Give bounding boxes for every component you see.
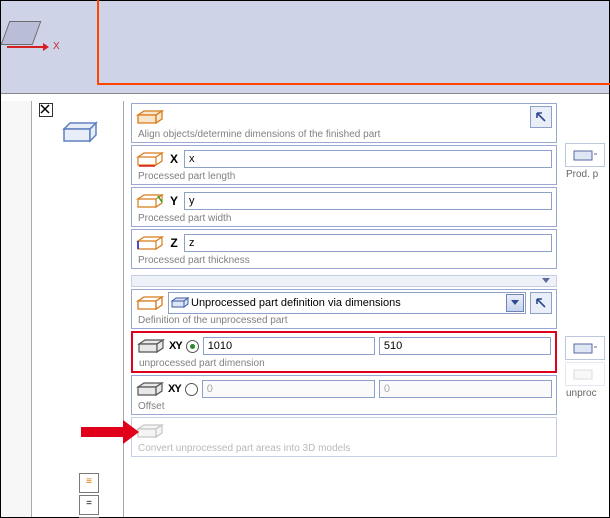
dimension-y-input[interactable]	[379, 337, 551, 355]
section-collapse-bar[interactable]	[131, 275, 557, 287]
option-2-button[interactable]: =	[79, 495, 99, 515]
definition-desc: Definition of the unprocessed part	[136, 314, 552, 326]
definition-row: Unprocessed part definition via dimensio…	[131, 289, 557, 329]
unprocessed-part-icon	[136, 295, 164, 311]
width-desc: Processed part width	[136, 212, 552, 224]
prod-label-bottom: unproc	[564, 388, 606, 399]
offset-radio[interactable]	[185, 383, 198, 396]
offset-y-input	[379, 380, 552, 398]
z-letter: Z	[168, 236, 180, 250]
part-z-icon	[136, 235, 164, 251]
mini-toolbar: ≡ = +	[77, 471, 101, 518]
prod-label-top: Prod. p	[564, 169, 606, 180]
offset-xy-label: XY	[168, 383, 181, 395]
offset-desc: Offset	[136, 400, 552, 412]
vertical-gutter	[1, 101, 32, 517]
prod-panel-icon	[573, 148, 597, 162]
option-1-button[interactable]: ≡	[79, 473, 99, 493]
properties-panel: ≡ = + Align objects/determine dimensions…	[1, 101, 609, 517]
offset-x-input	[202, 380, 375, 398]
icon-column: ≡ = +	[37, 101, 124, 517]
arrow-upleft-icon	[534, 296, 548, 310]
prod-panel-icon-3	[573, 367, 597, 381]
thickness-row: Z Processed part thickness	[131, 229, 557, 269]
x-letter: X	[168, 152, 180, 166]
dimension-icon	[137, 338, 165, 354]
prod-panel-icon-2	[573, 341, 597, 355]
dropdown-part-icon	[169, 297, 191, 309]
align-row: Align objects/determine dimensions of th…	[131, 103, 557, 143]
dimension-x-input[interactable]	[203, 337, 375, 355]
prod-column: Prod. p unproc	[564, 141, 606, 517]
arrow-upleft-icon	[534, 110, 548, 124]
dimension-desc: unprocessed part dimension	[137, 357, 551, 369]
chevron-down-icon	[506, 294, 524, 312]
part-x-icon	[136, 151, 164, 167]
app-window: X ≡ = +	[0, 0, 610, 518]
width-input[interactable]	[184, 192, 552, 210]
dimension-radio[interactable]	[186, 340, 199, 353]
dimension-row: XY unprocessed part dimension	[131, 331, 557, 373]
thickness-input[interactable]	[184, 234, 552, 252]
align-desc: Align objects/determine dimensions of th…	[136, 128, 552, 140]
prod-button-3	[565, 362, 605, 386]
form-column: Align objects/determine dimensions of th…	[128, 101, 560, 517]
part-3d-icon	[60, 119, 100, 145]
y-letter: Y	[168, 194, 180, 208]
x-axis-label: X	[23, 41, 30, 52]
thickness-desc: Processed part thickness	[136, 254, 552, 266]
width-row: Y Processed part width	[131, 187, 557, 227]
axis-cube-icon	[1, 21, 42, 45]
prod-button-2[interactable]	[565, 336, 605, 360]
convert-row: Convert unprocessed part areas into 3D m…	[131, 417, 557, 457]
finished-part-icon	[136, 109, 164, 125]
dimension-xy-label: XY	[169, 340, 182, 352]
part-y-icon	[136, 193, 164, 209]
length-desc: Processed part length	[136, 170, 552, 182]
definition-dropdown[interactable]: Unprocessed part definition via dimensio…	[168, 292, 526, 314]
length-input[interactable]	[184, 150, 552, 168]
definition-selected: Unprocessed part definition via dimensio…	[191, 297, 505, 309]
convert-desc: Convert unprocessed part areas into 3D m…	[136, 442, 552, 454]
length-row: X Processed part length	[131, 145, 557, 185]
convert-icon	[136, 423, 164, 439]
selection-frame	[97, 0, 610, 85]
offset-row: XY Offset	[131, 375, 557, 415]
offset-icon	[136, 381, 164, 397]
prod-button-1[interactable]	[565, 143, 605, 167]
definition-action-button[interactable]	[530, 292, 552, 314]
viewport-3d[interactable]: X	[1, 1, 609, 94]
align-action-button[interactable]	[530, 106, 552, 128]
